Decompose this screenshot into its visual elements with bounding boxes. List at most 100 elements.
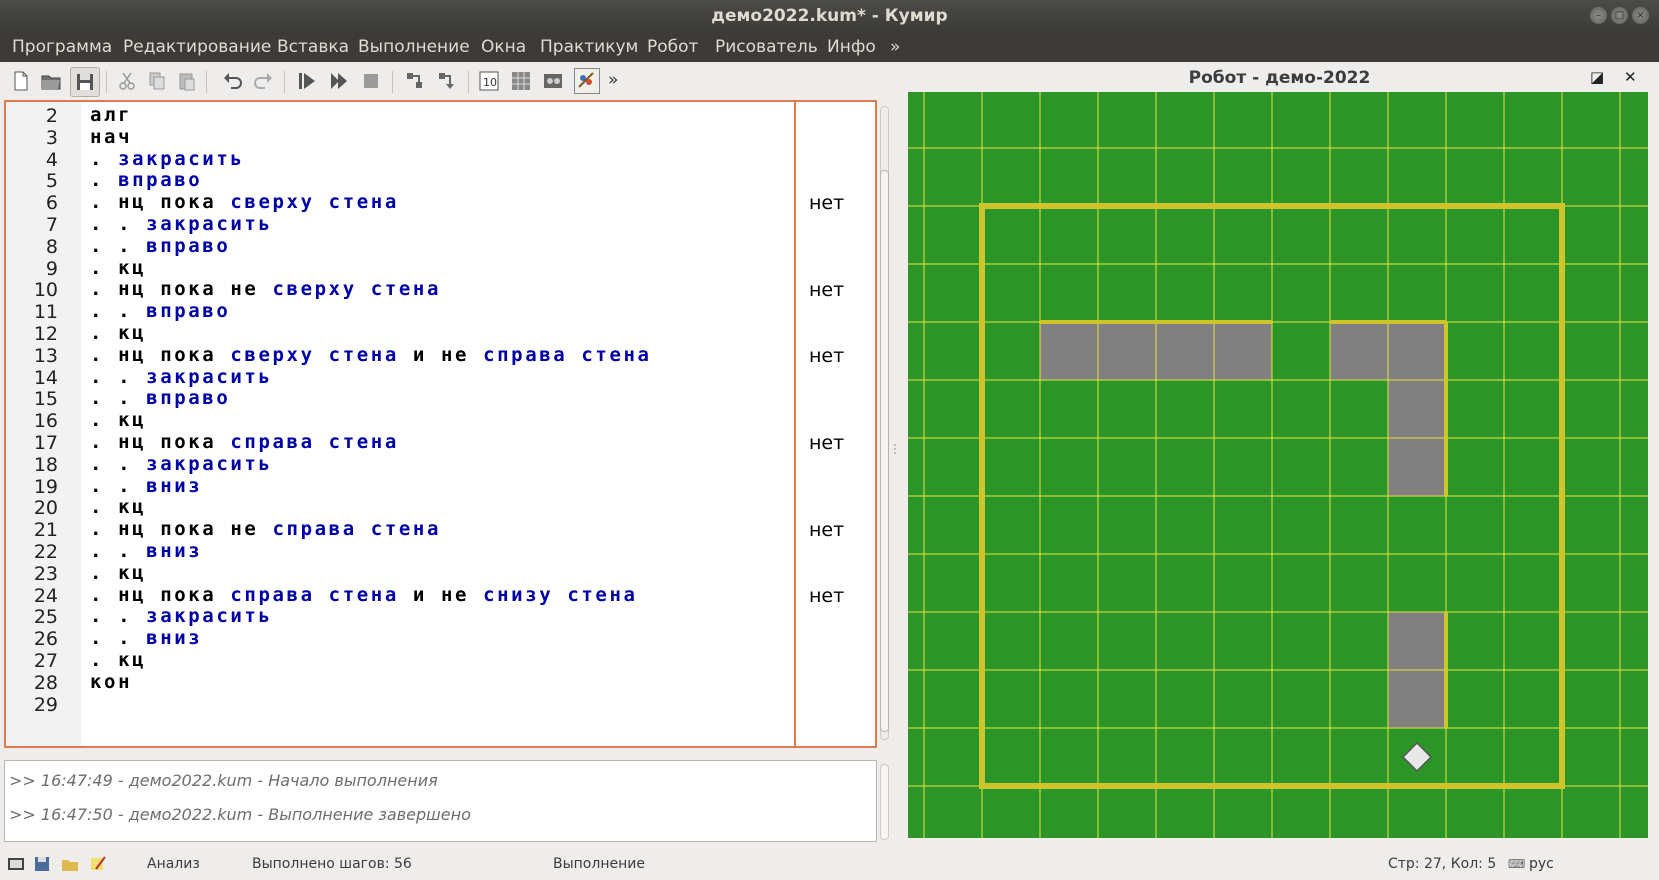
run-icon[interactable] [296,70,318,92]
minimize-icon[interactable]: – [1590,7,1607,24]
save-status-icon[interactable] [32,854,52,874]
code-line[interactable]: 21 . нц пока не справа стена [6,518,796,541]
robot-grid-icon[interactable] [510,70,532,92]
status-mode: Анализ [147,856,200,872]
code-text: . закрасить [90,148,244,170]
code-line[interactable]: 11 . . вправо [6,300,796,323]
code-text: . кц [90,257,146,279]
code-line[interactable]: 14 . . закрасить [6,366,796,389]
code-line[interactable]: 12 . кц [6,322,796,345]
menu-program[interactable]: Программа [12,37,112,57]
keyword: . кц [90,561,147,584]
code-line[interactable]: 26 . . вниз [6,627,796,650]
code-line[interactable]: 17 . нц пока справа стена [6,431,796,454]
console-scrollbar[interactable] [878,760,890,842]
line-number: 18 [33,453,58,476]
terminal-icon[interactable] [6,854,26,874]
code-text: . . закрасить [90,366,273,388]
maximize-icon[interactable]: □ [1611,7,1628,24]
code-line[interactable]: 25 . . закрасить [6,605,796,628]
code-line[interactable]: 6 . нц пока сверху стена [6,191,796,214]
step-run-icon[interactable] [328,70,350,92]
keyword: . нц пока не [90,278,273,301]
keyword: . [90,147,119,170]
menu-more[interactable]: » [890,37,900,57]
code-line[interactable]: 9 . кц [6,257,796,280]
code-line[interactable]: 3 нач [6,126,796,149]
menu-run[interactable]: Выполнение [358,37,470,57]
robot-command: справа стена [230,431,399,453]
code-area[interactable]: 2 алг 3 нач 4. закрасить 5. вправо 6. нц пока … [6,102,796,746]
robot-command: закрасить [146,605,273,628]
menu-painter[interactable]: Рисователь [715,37,818,57]
undo-icon[interactable] [222,70,244,92]
menu-robot[interactable]: Робот [647,37,698,57]
copy-icon[interactable] [146,70,168,92]
undock-icon[interactable]: ◪ [1590,68,1604,86]
output-console[interactable]: >> 16:47:49 - демо2022.kum - Начало выпо… [4,760,877,842]
line-number: 21 [33,519,58,542]
editor-scrollbar-thumb[interactable] [880,170,889,732]
code-line[interactable]: 2 алг [6,104,796,127]
code-line[interactable]: 5. вправо [6,169,796,192]
painted-cell [1330,322,1388,380]
painter-icon[interactable] [574,68,600,94]
window-titlebar: демо2022.kum* - Кумир – □ × [0,0,1659,32]
turtle-icon[interactable] [542,70,564,92]
close-panel-icon[interactable]: ✕ [1624,68,1637,86]
menu-practicum[interactable]: Практикум [540,37,638,57]
code-line[interactable]: 13 . нц пока сверху стена и не справа сте… [6,344,796,367]
line-number: 14 [33,366,58,389]
save-icon[interactable] [70,67,100,97]
toolbar-more[interactable]: » [608,70,618,90]
code-editor[interactable]: 2 алг 3 нач 4. закрасить 5. вправо 6. нц пока … [4,100,877,748]
editor-console-splitter[interactable] [0,750,890,762]
robot-command: вниз [146,627,203,650]
code-line[interactable]: 20 . кц [6,496,796,519]
counter-icon[interactable]: 10 [478,70,500,92]
line-number: 25 [33,606,58,629]
panel-splitter[interactable] [892,62,898,844]
code-line[interactable]: 18 . . закрасить [6,453,796,476]
line-number: 13 [33,344,58,367]
code-line[interactable]: 28 кон [6,671,796,694]
menu-info[interactable]: Инфо [827,37,876,57]
robot-field[interactable] [908,92,1648,838]
stop-icon[interactable] [360,70,382,92]
close-icon[interactable]: × [1632,7,1649,24]
code-line[interactable]: 7 . . закрасить [6,213,796,236]
code-line[interactable]: 4. закрасить [6,148,796,171]
redo-icon[interactable] [252,70,274,92]
cut-icon[interactable] [116,70,138,92]
keyword: . . [90,452,147,475]
step-into-icon[interactable] [436,70,458,92]
code-line[interactable]: 27 . кц [6,649,796,672]
code-line[interactable]: 29 [6,693,796,716]
code-line[interactable]: 23 . кц [6,562,796,585]
menu-insert[interactable]: Вставка [277,37,349,57]
code-line[interactable]: 15 . . вправо [6,387,796,410]
painted-cell [1040,322,1098,380]
line-number: 11 [33,301,58,324]
step-over-icon[interactable] [404,70,426,92]
code-line[interactable]: 16 . кц [6,409,796,432]
open-folder-icon[interactable] [40,70,62,92]
menu-edit[interactable]: Редактирование [123,37,271,57]
edit-status-icon[interactable] [88,854,108,874]
code-line[interactable]: 22 . . вниз [6,540,796,563]
menu-windows[interactable]: Окна [481,37,526,57]
paste-icon[interactable] [176,70,198,92]
code-text: . . вниз [90,627,202,649]
code-line[interactable]: 19 . . вниз [6,475,796,498]
code-line[interactable]: 10 . нц пока не сверху стена [6,278,796,301]
code-line[interactable]: 24 . нц пока справа стена и не снизу стен… [6,584,796,607]
folder-status-icon[interactable] [60,854,80,874]
status-bar: Анализ Выполнено шагов: 56 Выполнение Ст… [0,848,1659,880]
status-steps: Выполнено шагов: 56 [252,856,412,872]
status-lang[interactable]: рус [1529,856,1554,872]
code-line[interactable]: 8 . . вправо [6,235,796,258]
robot-command: вправо [146,387,231,410]
editor-scrollbar[interactable] [878,100,890,748]
new-file-icon[interactable] [10,70,32,92]
keyword: . кц [90,649,147,671]
